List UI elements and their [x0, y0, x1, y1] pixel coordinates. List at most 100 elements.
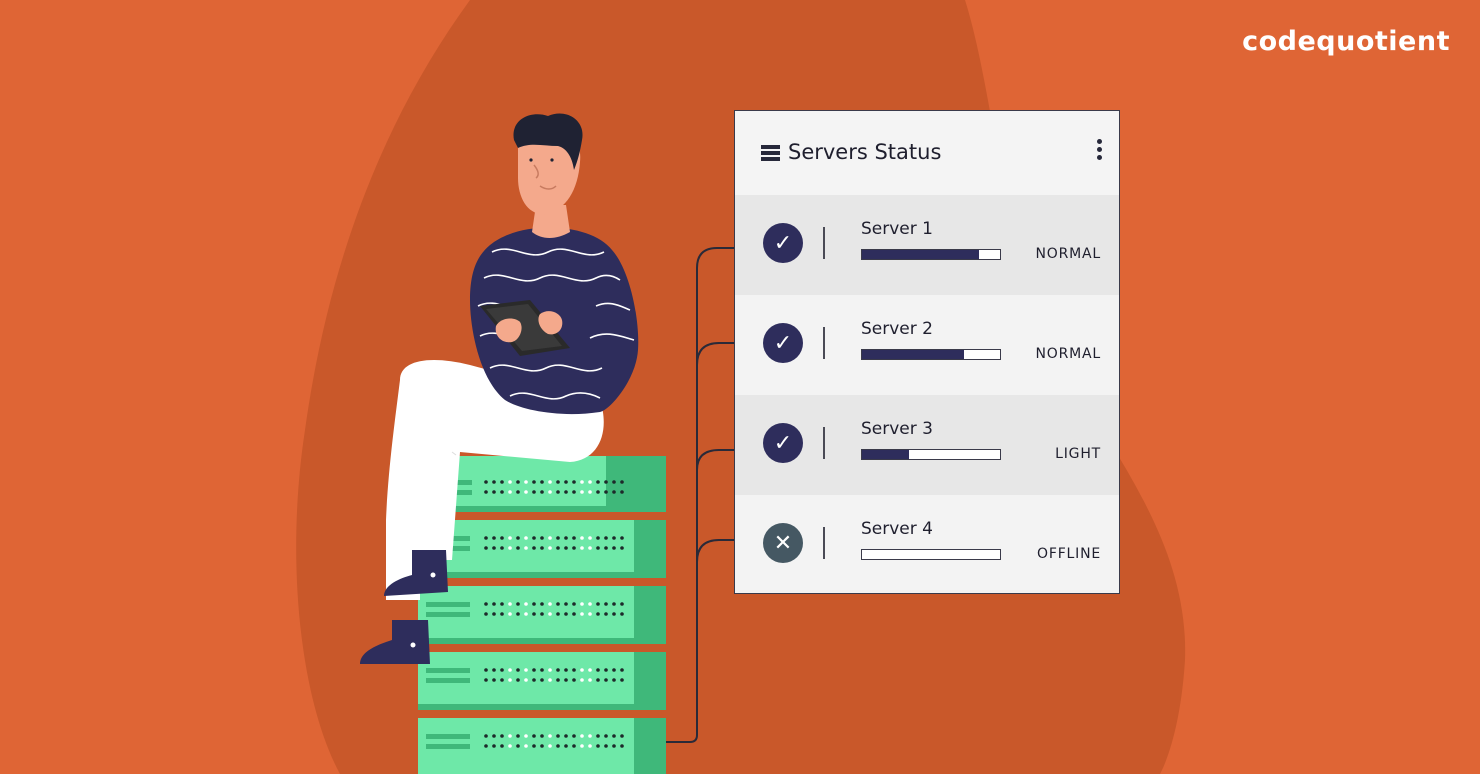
illustration-stage: codequotient Servers Status ✓ Server 1 N…	[0, 0, 1480, 774]
divider	[823, 427, 825, 459]
person-figure	[360, 113, 639, 664]
vent-dot	[620, 490, 624, 494]
vent-dot	[484, 678, 488, 682]
vent-dot	[564, 536, 568, 540]
vent-dot	[612, 678, 616, 682]
vent-dot	[524, 546, 528, 550]
vent-dot	[500, 678, 504, 682]
vent-dot	[508, 480, 512, 484]
panel-header: Servers Status	[735, 111, 1119, 195]
vent-dot	[596, 612, 600, 616]
server-name: Server 4	[861, 519, 933, 539]
vent-dot	[564, 734, 568, 738]
vent-dot	[580, 734, 584, 738]
vent-dot	[596, 602, 600, 606]
server-row[interactable]: ✕ Server 4 OFFLINE	[735, 495, 1119, 595]
vent-dot	[556, 480, 560, 484]
vent-dot	[620, 602, 624, 606]
vent-dot	[612, 668, 616, 672]
vent-dot	[500, 602, 504, 606]
vent-dot	[516, 744, 520, 748]
vent-dot	[540, 602, 544, 606]
vent-dot	[572, 668, 576, 672]
servers-status-panel: Servers Status ✓ Server 1 NORMAL ✓ Serve…	[734, 110, 1120, 594]
vent-dot	[580, 546, 584, 550]
server-name: Server 2	[861, 319, 933, 339]
vent-dot	[500, 546, 504, 550]
vent-dot	[508, 744, 512, 748]
vent-dot	[532, 490, 536, 494]
vent-dot	[532, 744, 536, 748]
vent-dot	[620, 678, 624, 682]
vent-dot	[604, 602, 608, 606]
vent-dot	[508, 546, 512, 550]
vent-dot	[540, 744, 544, 748]
vent-dot	[604, 744, 608, 748]
vent-dot	[604, 536, 608, 540]
vent-dot	[516, 602, 520, 606]
vent-dot	[604, 546, 608, 550]
vent-dot	[532, 678, 536, 682]
vent-dot	[572, 602, 576, 606]
vent-dot	[524, 602, 528, 606]
vent-dot	[588, 536, 592, 540]
vent-dot	[580, 602, 584, 606]
vent-dot	[516, 536, 520, 540]
vent-dot	[612, 490, 616, 494]
load-bar	[861, 249, 1001, 260]
vent-dot	[540, 678, 544, 682]
codequotient-logo: codequotient	[1242, 26, 1450, 57]
load-bar-fill	[862, 350, 965, 359]
vent-dot	[484, 480, 488, 484]
vent-dot	[540, 546, 544, 550]
vent-dot	[508, 678, 512, 682]
vent-dot	[580, 490, 584, 494]
more-vertical-icon[interactable]	[1095, 139, 1103, 165]
vent-dot	[620, 536, 624, 540]
vent-dot	[596, 490, 600, 494]
vent-dot	[548, 668, 552, 672]
vent-dot	[524, 734, 528, 738]
vent-dot	[484, 744, 488, 748]
vent-dot	[492, 734, 496, 738]
vent-dot	[620, 480, 624, 484]
vent-dot	[620, 612, 624, 616]
vent-dot	[524, 490, 528, 494]
vent-dot	[524, 678, 528, 682]
vent-dot	[484, 536, 488, 540]
vent-dot	[572, 490, 576, 494]
vent-dot	[524, 744, 528, 748]
vent-dot	[492, 678, 496, 682]
vent-dot	[596, 546, 600, 550]
server-row[interactable]: ✓ Server 1 NORMAL	[735, 195, 1119, 295]
vent-dot	[612, 602, 616, 606]
vent-dot	[524, 668, 528, 672]
vent-dot	[564, 612, 568, 616]
vent-dot	[564, 678, 568, 682]
vent-dot	[580, 536, 584, 540]
vent-dot	[516, 546, 520, 550]
server-name: Server 1	[861, 219, 933, 239]
vent-dot	[580, 744, 584, 748]
server-row[interactable]: ✓ Server 2 NORMAL	[735, 295, 1119, 395]
vent-dot	[564, 546, 568, 550]
vent-dot	[556, 744, 560, 748]
vent-dot	[612, 734, 616, 738]
vent-dot	[612, 536, 616, 540]
server-status-label: OFFLINE	[1037, 546, 1101, 562]
vent-dot	[492, 480, 496, 484]
server-row[interactable]: ✓ Server 3 LIGHT	[735, 395, 1119, 495]
vent-dot	[612, 546, 616, 550]
divider	[823, 227, 825, 259]
vent-dot	[500, 668, 504, 672]
vent-dot	[588, 546, 592, 550]
vent-dot	[524, 480, 528, 484]
divider	[823, 527, 825, 559]
vent-dot	[532, 602, 536, 606]
vent-dot	[564, 480, 568, 484]
vent-dot	[548, 678, 552, 682]
vent-dot	[532, 734, 536, 738]
vent-dot	[484, 668, 488, 672]
vent-dot	[508, 734, 512, 738]
vent-dot	[484, 546, 488, 550]
